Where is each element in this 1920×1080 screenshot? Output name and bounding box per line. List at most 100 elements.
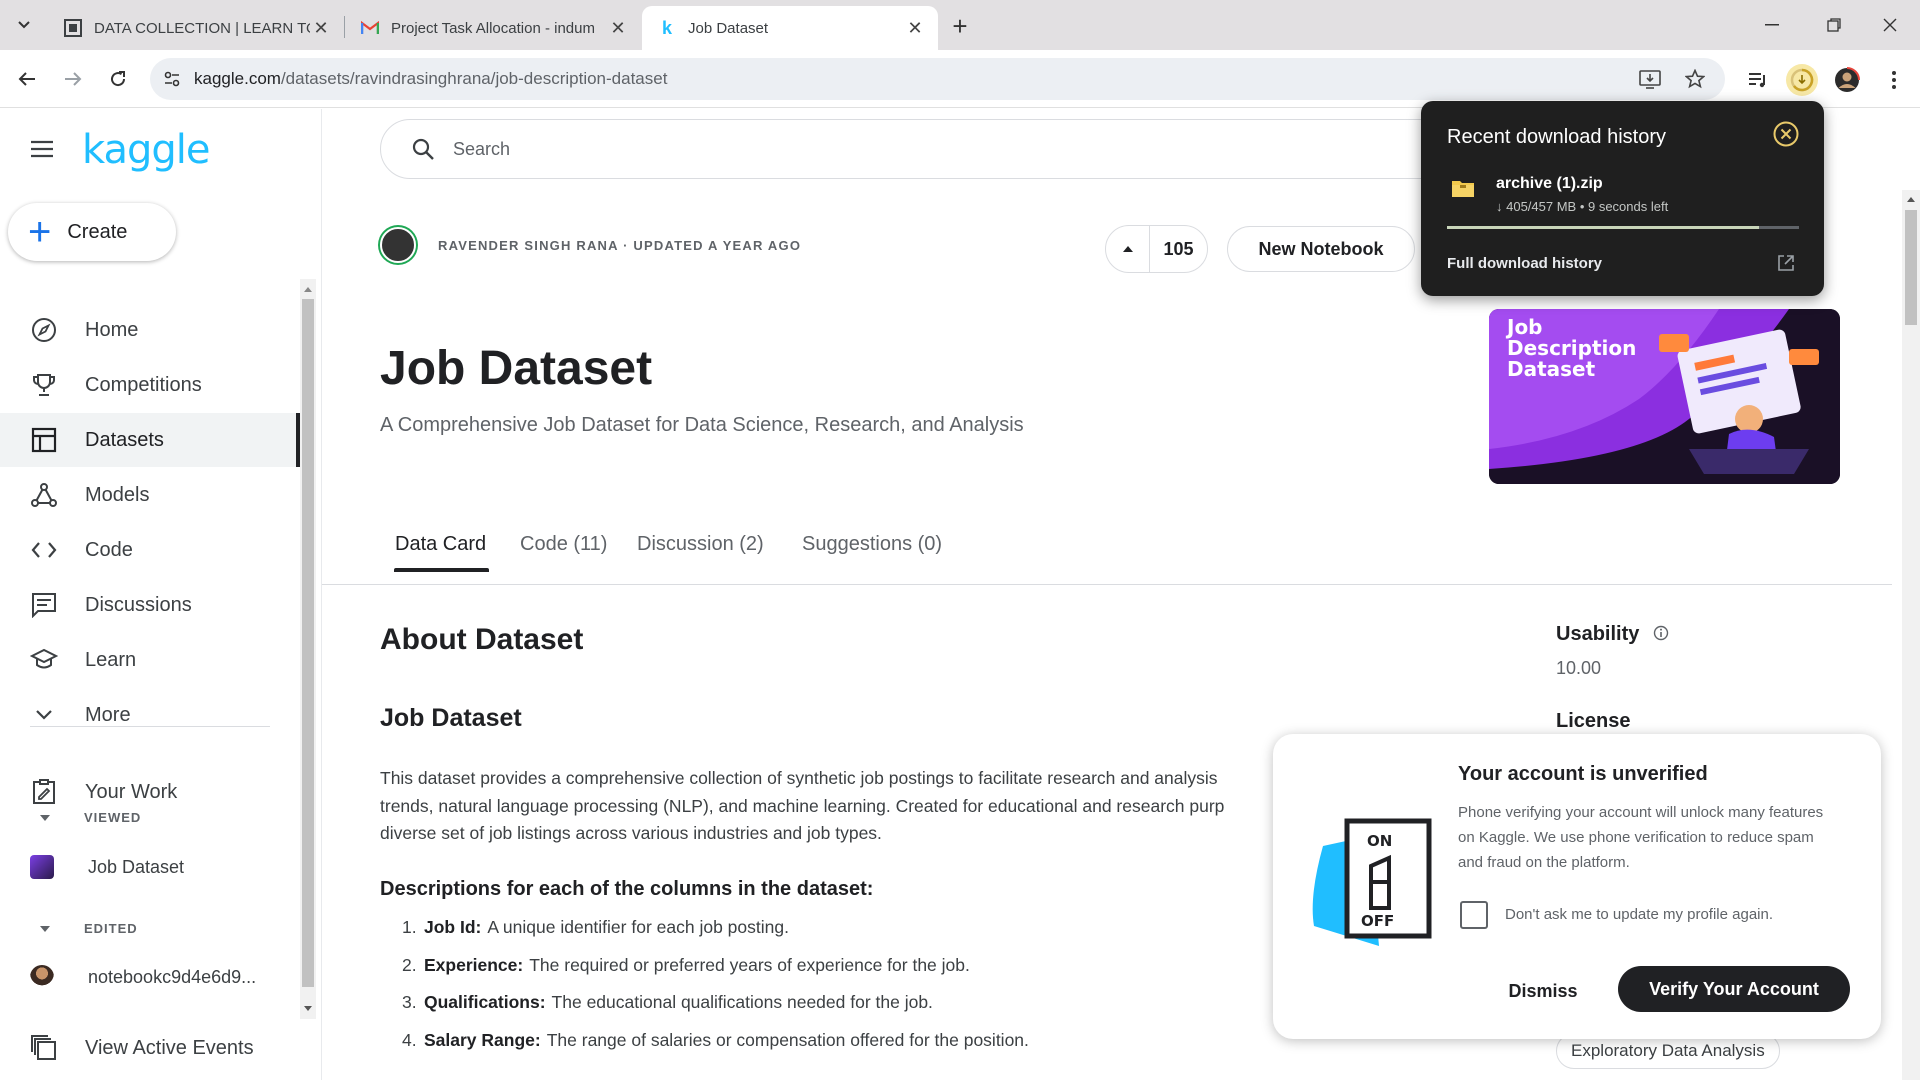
dismiss-button[interactable]: Dismiss	[1493, 968, 1593, 1014]
sidebar-item-label: Home	[85, 318, 139, 341]
info-icon[interactable]	[1653, 625, 1669, 641]
author-row: RAVENDER SINGH RANA · UPDATED A YEAR AGO	[380, 227, 801, 263]
restore-icon	[1827, 18, 1841, 32]
columns-list: 1. Job Id: A unique identifier for each jo…	[402, 909, 1029, 1059]
author-avatar[interactable]	[380, 227, 416, 263]
address-bar[interactable]: kaggle.com/datasets/ravindrasinghrana/jo…	[150, 58, 1725, 100]
sidebar-item-competitions[interactable]: Competitions	[0, 358, 300, 412]
kaggle-logo[interactable]: kaggle	[82, 127, 210, 173]
download-progress-fill	[1447, 226, 1759, 229]
dialog-title: Your account is unverified	[1458, 763, 1708, 785]
sidebar-item-code[interactable]: Code	[0, 523, 300, 577]
clipboard-edit-icon	[30, 778, 58, 806]
scroll-up-arrow-icon[interactable]	[303, 285, 313, 293]
list-item: 3. Qualifications: The educational qualifi…	[402, 984, 1029, 1022]
sidebar-item-label: Models	[85, 483, 150, 506]
usability-value: 10.00	[1556, 658, 1602, 678]
list-item: 1. Job Id: A unique identifier for each jo…	[402, 909, 1029, 947]
download-file-name[interactable]: archive (1).zip	[1496, 175, 1603, 193]
square-logo-icon	[64, 19, 82, 37]
sidebar-item-label: Learn	[85, 648, 137, 671]
site-info-icon[interactable]	[150, 71, 194, 87]
bookmark-star-icon[interactable]	[1681, 68, 1709, 90]
sidebar-item-label: View Active Events	[85, 1036, 254, 1059]
sidebar-item-learn[interactable]: Learn	[0, 633, 300, 687]
sidebar-item-models[interactable]: Models	[0, 468, 300, 522]
cover-title: Job Description Dataset	[1507, 317, 1636, 380]
tab-data-card[interactable]: Data Card	[395, 533, 486, 556]
scroll-up-arrow-icon[interactable]	[1906, 195, 1916, 203]
tab-suggestions[interactable]: Suggestions (0)	[802, 533, 942, 556]
back-button[interactable]	[12, 64, 42, 94]
browser-menu-icon[interactable]	[1878, 64, 1910, 96]
upvote-control[interactable]: 105	[1105, 225, 1208, 273]
create-button[interactable]: + Create	[8, 203, 176, 261]
models-icon	[30, 481, 58, 509]
verify-account-button[interactable]: Verify Your Account	[1618, 966, 1850, 1012]
restore-button[interactable]	[1814, 12, 1854, 38]
media-controls-icon[interactable]	[1742, 64, 1774, 96]
sidebar-item-home[interactable]: Home	[0, 303, 300, 357]
close-icon[interactable]: ✕	[904, 17, 926, 39]
install-app-icon[interactable]	[1636, 68, 1664, 90]
active-tab-indicator	[394, 568, 489, 572]
new-tab-button[interactable]: +	[944, 11, 976, 41]
page-title: Job Dataset	[380, 342, 653, 395]
list-number: 1.	[402, 917, 417, 938]
column-name: Job Id:	[424, 917, 482, 938]
user-avatar	[30, 965, 54, 989]
sidebar-edited-item[interactable]: notebookc9d4e6d9...	[30, 957, 256, 997]
usability-label: Usability	[1556, 623, 1669, 646]
column-name: Experience:	[424, 954, 524, 975]
vote-count: 105	[1163, 238, 1194, 259]
browser-tab[interactable]: Project Task Allocation - indum ✕	[345, 6, 641, 50]
sidebar-item-discussions[interactable]: Discussions	[0, 578, 300, 632]
sidebar-item-datasets[interactable]: Datasets	[0, 413, 300, 467]
hamburger-menu-icon[interactable]	[30, 139, 60, 163]
sidebar-item-your-work[interactable]: Your Work	[0, 765, 300, 819]
caret-down-icon[interactable]	[38, 924, 52, 934]
tab-code[interactable]: Code (11)	[520, 533, 607, 556]
dont-ask-label[interactable]: Don't ask me to update my profile again.	[1505, 906, 1773, 923]
reload-button[interactable]	[103, 64, 133, 94]
close-icon[interactable]: ✕	[310, 17, 332, 39]
browser-tab[interactable]: DATA COLLECTION | LEARN TO ✕	[48, 6, 344, 50]
close-window-button[interactable]	[1870, 12, 1910, 38]
browser-tab-active[interactable]: k Job Dataset ✕	[642, 6, 938, 50]
dialog-body: Phone verifying your account will unlock…	[1458, 804, 1824, 871]
url-path: /datasets/ravindrasinghrana/job-descript…	[280, 69, 668, 88]
browser-tabstrip: DATA COLLECTION | LEARN TO ✕ Project Tas…	[0, 0, 1920, 50]
trophy-icon	[30, 371, 58, 399]
content-tabs: Data Card Code (11) Discussion (2) Sugge…	[322, 519, 1892, 585]
paragraph-line: This dataset provides a comprehensive co…	[380, 768, 1218, 788]
art-off-text: OFF	[1361, 912, 1394, 930]
dont-ask-checkbox[interactable]	[1460, 901, 1488, 929]
page-scrollbar-thumb[interactable]	[1905, 210, 1917, 325]
list-number: 3.	[402, 992, 417, 1013]
close-icon[interactable]	[1772, 120, 1800, 148]
license-label: License	[1556, 710, 1631, 732]
sidebar-scrollbar-thumb[interactable]	[302, 299, 314, 987]
sidebar-viewed-item[interactable]: Job Dataset	[30, 847, 184, 887]
new-notebook-button[interactable]: New Notebook	[1227, 226, 1415, 272]
author-line: RAVENDER SINGH RANA · UPDATED A YEAR AGO	[438, 237, 802, 253]
close-icon[interactable]: ✕	[607, 17, 629, 39]
forward-button[interactable]	[58, 64, 88, 94]
list-number: 4.	[402, 1029, 417, 1050]
tab-search-button[interactable]	[8, 10, 40, 40]
compass-icon	[30, 316, 58, 344]
sidebar-item-view-active-events[interactable]: View Active Events	[0, 1021, 300, 1075]
open-external-icon[interactable]	[1776, 253, 1796, 273]
sidebar-item-more[interactable]: More	[0, 688, 300, 742]
column-desc: The required or preferred years of exper…	[529, 954, 970, 975]
tab-discussion[interactable]: Discussion (2)	[637, 533, 764, 556]
downloads-button[interactable]	[1786, 64, 1818, 96]
minimize-button[interactable]	[1752, 12, 1792, 38]
scroll-down-arrow-icon[interactable]	[303, 1005, 313, 1013]
profile-avatar[interactable]	[1831, 64, 1863, 96]
upvote-button[interactable]	[1106, 225, 1150, 273]
column-desc: A unique identifier for each job posting…	[487, 917, 789, 938]
caret-down-icon[interactable]	[38, 813, 52, 823]
full-download-history-link[interactable]: Full download history	[1447, 255, 1602, 272]
search-input[interactable]: Search	[380, 119, 1480, 179]
